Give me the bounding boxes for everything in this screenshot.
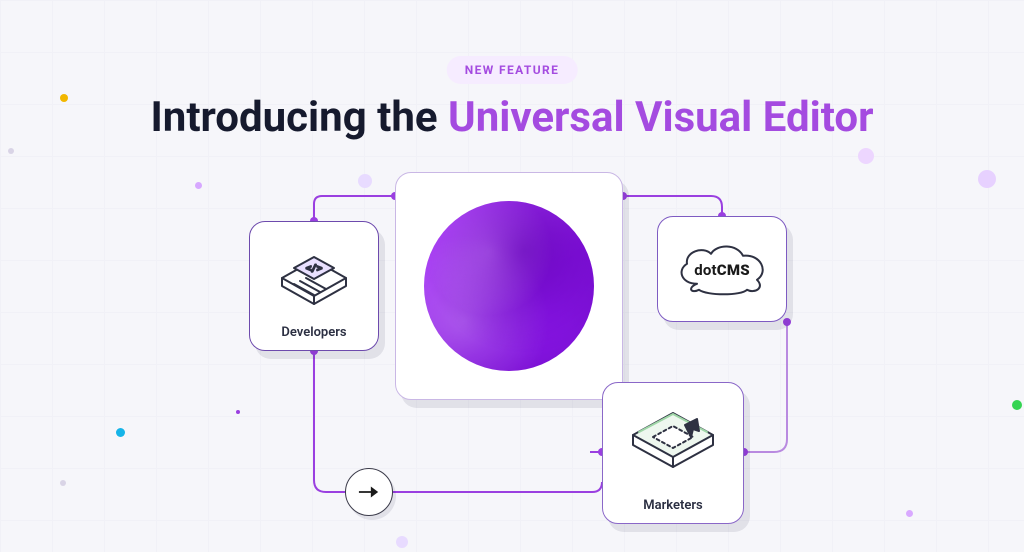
card-label: Marketers (603, 498, 743, 513)
diagram-stage: </> Developers dotCMS (0, 0, 1024, 552)
brand-bold: CMS (717, 261, 750, 279)
card-label: Developers (250, 325, 378, 340)
svg-text:</>: </> (306, 264, 323, 274)
card-visual-editor-core (395, 172, 623, 400)
flow-arrow-bubble (345, 468, 393, 516)
dotcms-logo-text: dotCMS (694, 261, 750, 279)
laptop-code-icon: </> (272, 238, 356, 310)
page-builder-icon (625, 397, 721, 481)
card-developers: </> Developers (249, 221, 379, 351)
editor-orb-graphic (424, 201, 594, 371)
brand-prefix: dot (694, 261, 717, 279)
card-dotcms: dotCMS (657, 216, 787, 322)
card-marketers: Marketers (602, 382, 744, 524)
arrow-right-icon (358, 485, 380, 499)
